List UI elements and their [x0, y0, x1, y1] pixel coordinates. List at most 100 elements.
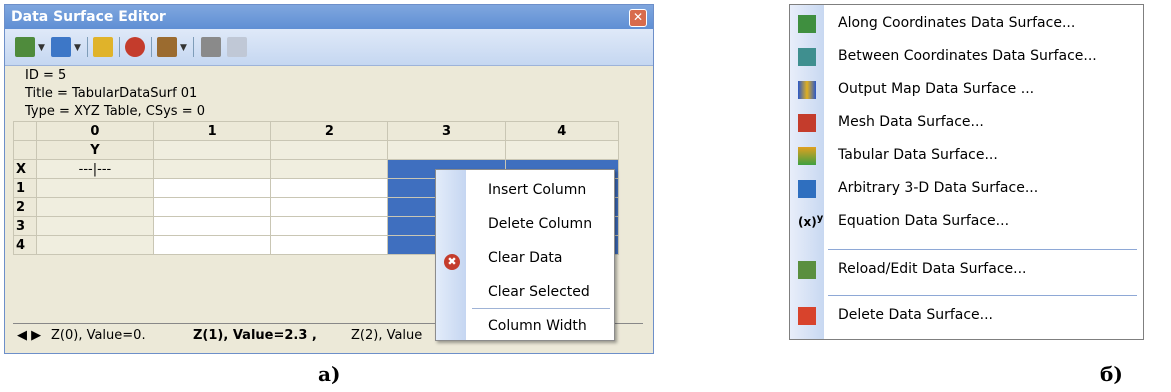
output-map-icon: [798, 81, 816, 99]
close-button[interactable]: ✕: [629, 9, 647, 27]
surface-id: ID = 5: [25, 68, 67, 83]
caption-left: а): [318, 362, 341, 386]
menu-item-label: Tabular Data Surface...: [838, 147, 998, 163]
tab-z2[interactable]: Z(2), Value: [351, 328, 422, 343]
toolbar: ▼ ▼ ▼: [5, 29, 653, 66]
menu-separator: [828, 249, 1137, 250]
between-coordinates-icon: [798, 48, 816, 66]
menu-separator: [828, 295, 1137, 296]
table-cell[interactable]: [153, 140, 272, 160]
surface-title: Title = TabularDataSurf 01: [25, 86, 198, 101]
chevron-down-icon[interactable]: ▼: [74, 43, 81, 53]
y-value-row: Y: [13, 140, 620, 160]
menu-item-label: Along Coordinates Data Surface...: [838, 15, 1076, 31]
table-cell[interactable]: [270, 197, 389, 217]
equation-icon: (x)y: [798, 213, 824, 229]
table-cell[interactable]: [153, 197, 272, 217]
menu-item-delete[interactable]: Delete Data Surface...: [790, 299, 1143, 332]
menu-item-arbitrary-3d[interactable]: Arbitrary 3-D Data Surface...: [790, 172, 1143, 205]
toolbar-separator: [193, 37, 194, 57]
menu-item-label: Between Coordinates Data Surface...: [838, 48, 1097, 64]
column-header[interactable]: 4: [504, 121, 620, 141]
row-header[interactable]: 4: [13, 235, 37, 255]
menu-item-equation[interactable]: (x)y Equation Data Surface...: [790, 205, 1143, 238]
menu-item-delete-column[interactable]: Delete Column: [488, 216, 592, 232]
column-header[interactable]: 0: [35, 121, 155, 141]
select-icon[interactable]: [201, 37, 221, 57]
tabular-icon: [798, 147, 816, 165]
toolbar-separator: [151, 37, 152, 57]
surface-info: ID = 5 Title = TabularDataSurf 01 Type =…: [25, 67, 205, 121]
row-header[interactable]: 2: [13, 197, 37, 217]
menu-item-label: Reload/Edit Data Surface...: [838, 261, 1027, 277]
caption-right: б): [1100, 362, 1123, 386]
row-header[interactable]: 1: [13, 178, 37, 198]
toolbar-separator: [87, 37, 88, 57]
menu-separator: [472, 308, 610, 309]
tab-z1[interactable]: Z(1), Value=2.3 ,: [193, 328, 317, 343]
function-icon[interactable]: [157, 37, 177, 57]
window-title: Data Surface Editor: [11, 9, 166, 25]
menu-item-reload-edit[interactable]: Reload/Edit Data Surface...: [790, 253, 1143, 286]
tab-nav-arrows[interactable]: ◀ ▶: [17, 328, 41, 343]
menu-item-output-map[interactable]: Output Map Data Surface ...: [790, 73, 1143, 106]
menu-item-clear-selected[interactable]: Clear Selected: [488, 284, 590, 300]
menu-item-mesh[interactable]: Mesh Data Surface...: [790, 106, 1143, 139]
chevron-down-icon[interactable]: ▼: [180, 43, 187, 53]
table-cell[interactable]: [153, 216, 272, 236]
along-coordinates-icon: [798, 15, 816, 33]
arbitrary-3d-icon: [798, 180, 816, 198]
edit-icon[interactable]: [93, 37, 113, 57]
menu-item-along-coordinates[interactable]: Along Coordinates Data Surface...: [790, 7, 1143, 40]
menu-item-label: Delete Data Surface...: [838, 307, 994, 323]
delete-icon: [798, 307, 816, 325]
table-cell[interactable]: [35, 178, 155, 198]
menu-item-label: Arbitrary 3-D Data Surface...: [838, 180, 1039, 196]
column-header[interactable]: 3: [387, 121, 506, 141]
row-header[interactable]: 3: [13, 216, 37, 236]
column-header-row: 0 1 2 3 4: [13, 121, 620, 141]
table-cell[interactable]: [270, 159, 389, 179]
corner-cell: [13, 121, 37, 141]
table-cell[interactable]: [153, 178, 272, 198]
data-surface-editor-window: Data Surface Editor ✕ ▼ ▼ ▼ ID = 5 Title…: [4, 4, 654, 354]
load-surface-icon[interactable]: [15, 37, 35, 57]
table-cell[interactable]: [35, 197, 155, 217]
menu-item-between-coordinates[interactable]: Between Coordinates Data Surface...: [790, 40, 1143, 73]
context-menu: Insert Column Delete Column ✖ Clear Data…: [435, 169, 615, 341]
row-header[interactable]: X: [13, 159, 37, 179]
table-cell[interactable]: [153, 159, 272, 179]
data-surface-menu: Along Coordinates Data Surface... Betwee…: [789, 4, 1144, 340]
column-header[interactable]: 2: [270, 121, 389, 141]
row-header: [13, 140, 37, 160]
tab-z0[interactable]: Z(0), Value=0.: [51, 328, 146, 343]
menu-item-clear-data[interactable]: Clear Data: [488, 250, 563, 266]
table-cell[interactable]: [270, 235, 389, 255]
table-cell[interactable]: [387, 140, 506, 160]
menu-item-label: Equation Data Surface...: [838, 213, 1010, 229]
column-header[interactable]: 1: [153, 121, 272, 141]
table-cell[interactable]: [153, 235, 272, 255]
origin-cell[interactable]: ---|---: [35, 159, 155, 179]
table-cell[interactable]: [270, 140, 389, 160]
reload-icon: [798, 261, 816, 279]
menu-item-label: Mesh Data Surface...: [838, 114, 984, 130]
y-label: Y: [35, 140, 155, 160]
table-cell[interactable]: [270, 216, 389, 236]
deselect-icon[interactable]: [227, 37, 247, 57]
table-cell[interactable]: [504, 140, 620, 160]
surface-type: Type = XYZ Table, CSys = 0: [25, 104, 206, 119]
menu-item-insert-column[interactable]: Insert Column: [488, 182, 586, 198]
table-cell[interactable]: [35, 216, 155, 236]
clear-icon[interactable]: [125, 37, 145, 57]
window-title-bar: Data Surface Editor ✕: [5, 5, 653, 29]
menu-item-tabular[interactable]: Tabular Data Surface...: [790, 139, 1143, 172]
chevron-down-icon[interactable]: ▼: [38, 43, 45, 53]
mesh-icon: [798, 114, 816, 132]
table-cell[interactable]: [270, 178, 389, 198]
menu-item-label: Output Map Data Surface ...: [838, 81, 1035, 97]
menu-item-column-width[interactable]: Column Width: [488, 318, 587, 334]
table-cell[interactable]: [35, 235, 155, 255]
save-surface-icon[interactable]: [51, 37, 71, 57]
toolbar-separator: [119, 37, 120, 57]
